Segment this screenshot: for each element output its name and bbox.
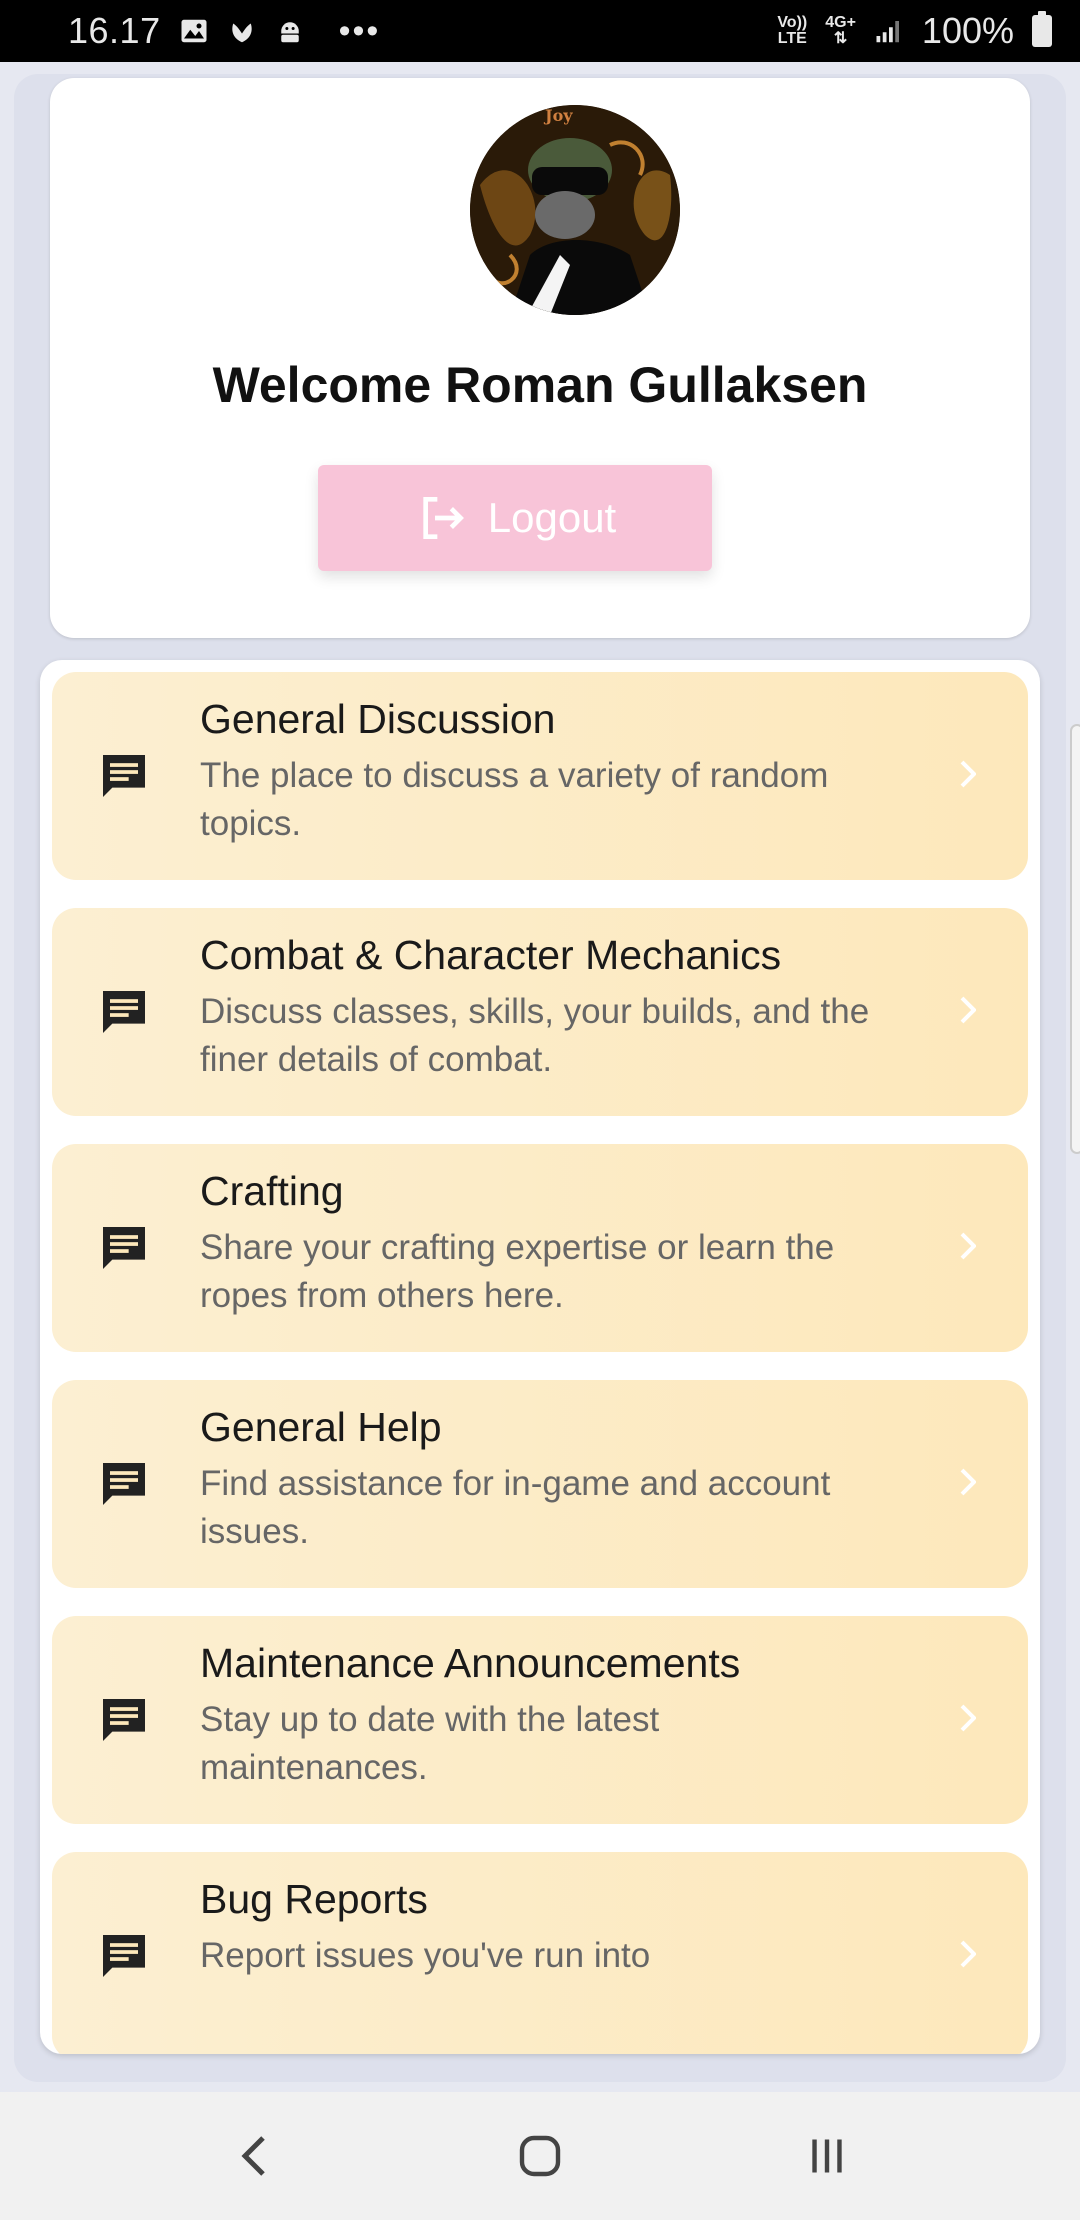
welcome-title: Welcome Roman Gullaksen	[212, 357, 868, 413]
home-icon	[519, 2135, 561, 2177]
forum-description: Stay up to date with the latest maintena…	[200, 1700, 660, 1787]
status-time: 16.17	[68, 10, 161, 51]
forum-description: Discuss classes, skills, your builds, an…	[200, 992, 870, 1079]
profile-card: Joy Welcome Roman Gullaksen Logout	[50, 78, 1030, 638]
chevron-right-icon	[960, 760, 976, 788]
chat-icon	[103, 755, 145, 797]
image-icon	[181, 19, 207, 43]
chevron-right-icon	[960, 1940, 976, 1968]
logout-button[interactable]: Logout	[318, 465, 712, 571]
avatar-image: Joy	[470, 105, 680, 315]
chevron-right-icon	[960, 1704, 976, 1732]
chevron-right-icon	[960, 996, 976, 1024]
network-indicator: 4G+ ⇅	[825, 14, 856, 47]
signal-icon	[876, 21, 899, 43]
chat-icon	[103, 1463, 145, 1505]
status-bar: 16.17 ••• Vo)) LTE 4G+ ⇅ 100%	[0, 0, 1080, 62]
scrollbar-thumb[interactable]	[1070, 724, 1080, 1154]
chat-icon	[103, 1699, 145, 1741]
chat-icon	[103, 1227, 145, 1269]
forum-title: General Help	[200, 1404, 442, 1450]
forum-title: Combat & Character Mechanics	[200, 932, 782, 978]
android-icon	[280, 22, 299, 43]
recents-icon	[811, 2139, 842, 2173]
avatar-label: Joy	[543, 106, 573, 125]
navigation-bar	[0, 2092, 1080, 2220]
forum-list: General Discussion The place to discuss …	[40, 660, 1040, 2054]
forum-item-general-discussion[interactable]: General Discussion The place to discuss …	[52, 672, 1028, 880]
avatar[interactable]: Joy	[470, 105, 680, 315]
logout-label: Logout	[487, 494, 617, 541]
forum-title: Crafting	[200, 1168, 344, 1214]
forum-item-bug-reports[interactable]: Bug Reports Report issues you've run int…	[52, 1852, 1028, 2054]
back-button[interactable]	[223, 2126, 283, 2186]
status-right: Vo)) LTE 4G+ ⇅ 100%	[777, 10, 1052, 52]
main-content: Joy Welcome Roman Gullaksen Logout Gener…	[14, 74, 1066, 2082]
more-notifications-icon: •••	[338, 12, 381, 50]
forum-title: Maintenance Announcements	[200, 1640, 741, 1686]
status-left: 16.17 •••	[68, 10, 380, 52]
forum-description: Find assistance for in-game and account …	[200, 1464, 831, 1551]
leaf-icon	[231, 23, 252, 43]
back-icon	[241, 2136, 266, 2176]
forum-description: The place to discuss a variety of random…	[200, 756, 829, 843]
logout-icon	[423, 497, 464, 539]
chevron-right-icon	[960, 1232, 976, 1260]
recents-button[interactable]	[797, 2126, 857, 2186]
forum-description: Report issues you've run into	[200, 1936, 651, 1975]
home-button[interactable]	[510, 2126, 570, 2186]
battery-percent: 100%	[921, 10, 1014, 51]
forum-item-crafting[interactable]: Crafting Share your crafting expertise o…	[52, 1144, 1028, 1352]
chevron-right-icon	[960, 1468, 976, 1496]
forum-item-maintenance-announcements[interactable]: Maintenance Announcements Stay up to dat…	[52, 1616, 1028, 1824]
chat-icon	[103, 991, 145, 1033]
forum-title: Bug Reports	[200, 1876, 428, 1922]
forum-description: Share your crafting expertise or learn t…	[200, 1228, 835, 1315]
volte-indicator: Vo)) LTE	[777, 14, 808, 47]
battery-icon	[1032, 11, 1052, 47]
forum-item-general-help[interactable]: General Help Find assistance for in-game…	[52, 1380, 1028, 1588]
forum-item-combat-character-mechanics[interactable]: Combat & Character Mechanics Discuss cla…	[52, 908, 1028, 1116]
forum-title: General Discussion	[200, 696, 556, 742]
chat-icon	[103, 1935, 145, 1977]
